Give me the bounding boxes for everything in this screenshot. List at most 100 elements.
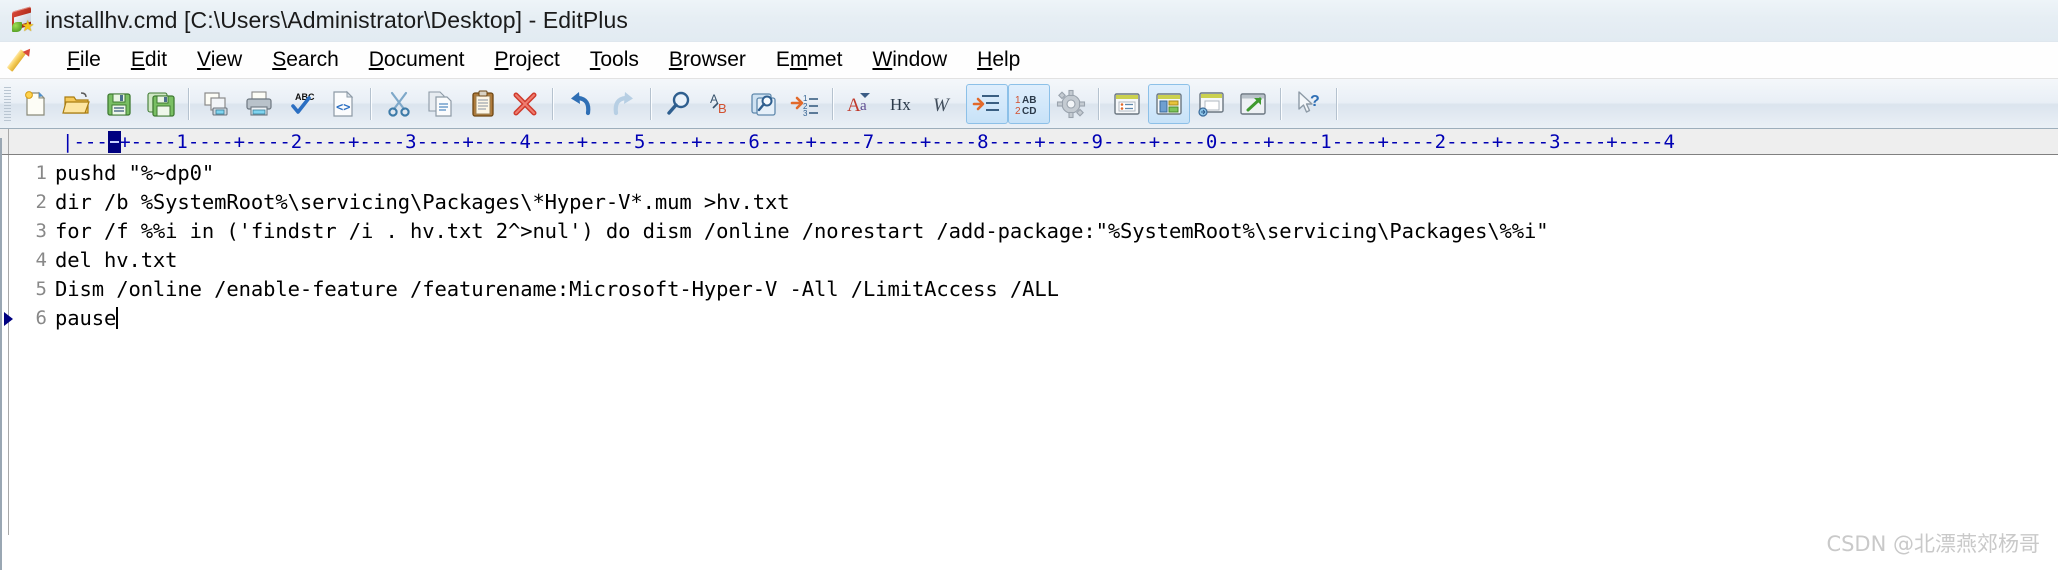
new-window-button[interactable] <box>1232 84 1274 124</box>
svg-text:AB: AB <box>1022 95 1036 106</box>
toggle-panel-button[interactable] <box>1148 83 1190 124</box>
menu-item-tools[interactable]: Tools <box>575 45 654 76</box>
help-cursor-icon: ? <box>1294 89 1324 119</box>
ftp-window-icon <box>1196 89 1226 119</box>
open-folder-icon <box>62 89 92 119</box>
text-caret <box>116 307 119 329</box>
save-icon <box>104 89 134 119</box>
clipboard-icon <box>468 89 498 119</box>
menu-item-emmet[interactable]: Emmet <box>761 45 858 76</box>
watermark-label: CSDN @北漂燕郊杨哥 <box>1826 532 2040 556</box>
delete-button[interactable] <box>504 84 546 124</box>
word-wrap-w-icon: W <box>930 89 960 119</box>
toolbar-separator <box>188 87 190 120</box>
code-line: dir /b %SystemRoot%\servicing\Packages\*… <box>55 190 790 214</box>
svg-text:<>: <> <box>336 100 350 114</box>
redo-button[interactable] <box>602 84 644 124</box>
print-preview-icon <box>202 89 232 119</box>
menu-item-browser[interactable]: Browser <box>654 45 761 76</box>
code-line: for /f %%i in ('findstr /i . hv.txt 2^>n… <box>55 219 1549 243</box>
new-file-button[interactable] <box>14 84 56 124</box>
toolbar-grip[interactable] <box>4 86 11 121</box>
line-number: 4 <box>35 249 47 271</box>
line-number: 1 <box>35 162 47 184</box>
menu-item-project[interactable]: Project <box>479 45 574 76</box>
code-text[interactable]: pushd "%~dp0" dir /b %SystemRoot%\servic… <box>55 155 2058 535</box>
undo-button[interactable] <box>560 84 602 124</box>
line-number: 2 <box>35 191 47 213</box>
spell-check-button[interactable]: ABC <box>280 84 322 124</box>
preferences-button[interactable] <box>1050 84 1092 124</box>
window-left-border <box>0 138 2 570</box>
save-all-button[interactable] <box>140 84 182 124</box>
code-line-current: pause <box>55 304 2058 333</box>
pencil-icon <box>6 46 40 73</box>
hex-icon: Hx <box>888 89 918 119</box>
open-file-button[interactable] <box>56 84 98 124</box>
menu-item-edit[interactable]: Edit <box>116 45 182 76</box>
editplus-document-icon: ★ <box>10 5 36 34</box>
replace-button[interactable]: A B <box>700 84 742 124</box>
print-button[interactable] <box>238 84 280 124</box>
undo-arrow-icon <box>566 89 596 119</box>
line-numbers-button[interactable]: 1 2 AB CD <box>1008 83 1050 124</box>
goto-line-button[interactable]: 1 2 3 <box>784 84 826 124</box>
line-numbers-icon: 1 2 AB CD <box>1014 89 1044 119</box>
find-button[interactable] <box>658 84 700 124</box>
goto-line-icon: 1 2 3 <box>790 89 820 119</box>
menu-item-window[interactable]: Window <box>857 45 962 76</box>
svg-text:a: a <box>860 98 867 114</box>
line-number-gutter: 1 2 3 4 5 6 <box>4 155 55 535</box>
code-line-text: pause <box>55 306 117 330</box>
toolbar: ABC <> A B 1 2 3 A a Hx W 1 2 AB CD ? <box>0 79 2058 129</box>
svg-text:3: 3 <box>803 109 808 118</box>
find-replace-ab-icon: A B <box>706 89 736 119</box>
toolbar-separator <box>370 87 372 120</box>
code-line: Dism /online /enable-feature /featurenam… <box>55 277 1059 301</box>
line-number: 5 <box>35 278 47 300</box>
editor-area[interactable]: 1 2 3 4 5 6 pushd "%~dp0" dir /b %System… <box>0 155 2058 535</box>
find-in-files-button[interactable] <box>742 84 784 124</box>
cut-button[interactable] <box>378 84 420 124</box>
toolbar-separator <box>832 87 834 120</box>
toolbar-separator <box>1280 87 1282 120</box>
change-case-button[interactable]: A a <box>840 84 882 124</box>
word-wrap-button[interactable]: W <box>924 84 966 124</box>
line-number-label: 6 <box>35 307 47 329</box>
svg-text:2: 2 <box>1015 106 1021 117</box>
menu-item-search[interactable]: Search <box>257 45 354 76</box>
external-window-icon <box>1238 89 1268 119</box>
ftp-upload-button[interactable] <box>1190 84 1232 124</box>
magnifier-icon <box>664 89 694 119</box>
context-help-button[interactable]: ? <box>1288 84 1330 124</box>
gear-icon <box>1056 89 1086 119</box>
svg-text:1: 1 <box>1015 95 1021 106</box>
indent-icon <box>972 89 1002 119</box>
document-selector-button[interactable] <box>1106 84 1148 124</box>
layout-panel-icon <box>1154 89 1184 119</box>
window-title: installhv.cmd [C:\Users\Administrator\De… <box>45 7 629 33</box>
svg-text:Hx: Hx <box>890 95 911 114</box>
svg-text:A: A <box>847 95 861 116</box>
font-format-icon: A a <box>846 89 876 119</box>
print-preview-button[interactable] <box>196 84 238 124</box>
code-line: del hv.txt <box>55 248 178 272</box>
column-ruler: |----+----1----+----2----+----3----+----… <box>0 129 2058 155</box>
redo-arrow-icon <box>608 89 638 119</box>
paste-button[interactable] <box>462 84 504 124</box>
code-page-icon: <> <box>328 89 358 119</box>
svg-text:W: W <box>933 95 951 116</box>
copy-icon <box>426 89 456 119</box>
menu-item-file[interactable]: File <box>52 45 116 76</box>
menu-item-help[interactable]: Help <box>962 45 1035 76</box>
save-button[interactable] <box>98 84 140 124</box>
view-in-browser-button[interactable]: <> <box>322 84 364 124</box>
new-document-icon <box>20 89 50 119</box>
auto-indent-button[interactable] <box>966 83 1008 124</box>
menu-item-view[interactable]: View <box>182 45 257 76</box>
copy-button[interactable] <box>420 84 462 124</box>
hex-viewer-button[interactable]: Hx <box>882 84 924 124</box>
find-in-files-icon <box>748 89 778 119</box>
menu-bar: File Edit View Search Document Project T… <box>0 42 2058 79</box>
menu-item-document[interactable]: Document <box>354 45 480 76</box>
